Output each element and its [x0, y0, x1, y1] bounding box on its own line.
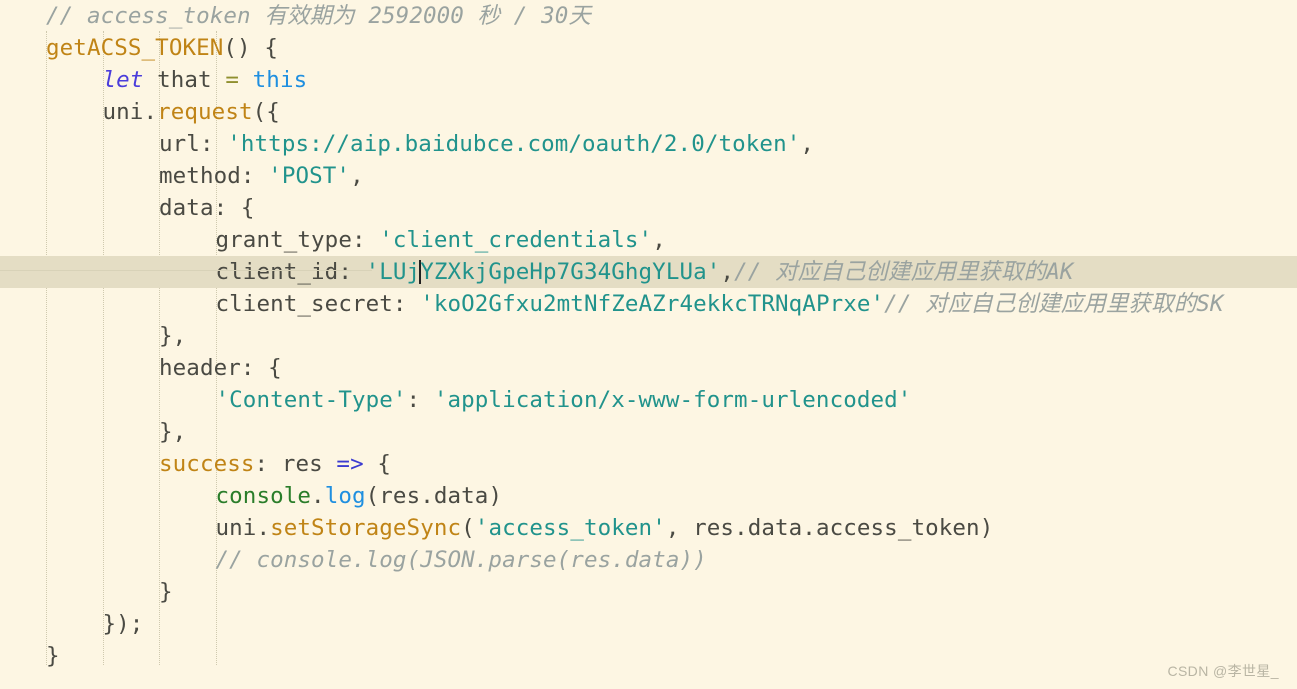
token-punct: }, — [159, 323, 187, 349]
token-punct: } — [46, 643, 60, 669]
token-punct: ( — [461, 515, 475, 541]
line-12-header-open[interactable]: header: { — [0, 352, 1297, 384]
token-str: 'koO2Gfxu2mtNfZeAZr4ekkcTRNqAPrxe' — [420, 291, 885, 317]
token-arrow: => — [336, 451, 364, 477]
token-punct: , — [350, 163, 364, 189]
token-punct: }); — [102, 611, 144, 637]
token-cmt: // 对应自己创建应用里获取的AK — [734, 259, 1074, 285]
line-3-let-that[interactable]: let that = this — [0, 64, 1297, 96]
line-10-client-secret[interactable]: client_secret: 'koO2Gfxu2mtNfZeAZr4ekkcT… — [0, 288, 1297, 320]
token-fn: getACSS_TOKEN — [46, 35, 224, 61]
line-11-data-close[interactable]: }, — [0, 320, 1297, 352]
token-punct: (res.data) — [365, 483, 503, 509]
current-line-rule — [0, 270, 372, 271]
token-prop: setStorageSync — [270, 515, 462, 541]
token-kw: let — [102, 67, 144, 93]
line-13-content-type[interactable]: 'Content-Type': 'application/x-www-form-… — [0, 384, 1297, 416]
csdn-watermark: CSDN @李世星_ — [1167, 663, 1279, 679]
token-cmt: // 对应自己创建应用里获取的SK — [884, 291, 1224, 317]
token-plain: data: { — [159, 195, 255, 221]
line-1-comment-token-expiry[interactable]: // access_token 有效期为 2592000 秒 / 30天 — [0, 0, 1297, 32]
token-punct: { — [363, 451, 392, 477]
token-obj: console — [215, 483, 312, 509]
line-6-method[interactable]: method: 'POST', — [0, 160, 1297, 192]
token-punct: }, — [159, 419, 187, 445]
token-op: = — [225, 67, 239, 93]
token-plain: : res — [254, 451, 337, 477]
token-str: 'access_token' — [474, 515, 666, 541]
token-punct: , res.data.access_token) — [665, 515, 994, 541]
line-2-function-declaration[interactable]: getACSS_TOKEN() { — [0, 32, 1297, 64]
token-plain: grant_type: — [215, 227, 380, 253]
token-str: YZXkjGpeHp7G34GhgYLUa' — [420, 259, 721, 285]
line-8-grant-type[interactable]: grant_type: 'client_credentials', — [0, 224, 1297, 256]
token-str: 'client_credentials' — [379, 227, 653, 253]
line-16-console-log[interactable]: console.log(res.data) — [0, 480, 1297, 512]
line-20-request-close[interactable]: }); — [0, 608, 1297, 640]
token-cmt: // console.log(JSON.parse(res.data)) — [215, 547, 707, 573]
token-punct: , — [720, 259, 735, 285]
token-plain: uni. — [215, 515, 271, 541]
line-19-success-close[interactable]: } — [0, 576, 1297, 608]
line-4-uni-request[interactable]: uni.request({ — [0, 96, 1297, 128]
token-plain: method: — [159, 163, 269, 189]
token-str: 'POST' — [268, 163, 351, 189]
token-plain: uni. — [102, 99, 158, 125]
token-meth: log — [324, 483, 366, 509]
token-str: 'https://aip.baidubce.com/oauth/2.0/toke… — [227, 131, 801, 157]
token-prop: request — [157, 99, 253, 125]
line-9-client-id[interactable]: client_id: 'LUjYZXkjGpeHp7G34GhgYLUa',//… — [0, 256, 1297, 288]
line-7-data-open[interactable]: data: { — [0, 192, 1297, 224]
token-plain: : — [406, 387, 434, 413]
token-punct: , — [800, 131, 815, 157]
token-punct: , — [652, 227, 666, 253]
token-plain: url: — [159, 131, 228, 157]
token-this: this — [252, 67, 308, 93]
token-punct: ({ — [252, 99, 280, 125]
token-punct: () { — [223, 35, 278, 61]
line-18-commented-console-log[interactable]: // console.log(JSON.parse(res.data)) — [0, 544, 1297, 576]
token-plain: client_id: — [215, 259, 366, 285]
token-punct: } — [159, 579, 173, 605]
token-str: 'application/x-www-form-urlencoded' — [433, 387, 912, 413]
code-content[interactable]: // access_token 有效期为 2592000 秒 / 30天 getA… — [0, 0, 1297, 672]
token-str: 'LUj — [365, 259, 421, 285]
token-cmt: // access_token 有效期为 2592000 秒 / 30天 — [46, 3, 591, 29]
code-editor-surface[interactable]: // access_token 有效期为 2592000 秒 / 30天 getA… — [0, 0, 1297, 689]
line-15-success-callback[interactable]: success: res => { — [0, 448, 1297, 480]
token-plain: that — [143, 67, 226, 93]
line-14-header-close[interactable]: }, — [0, 416, 1297, 448]
line-17-set-storage-sync[interactable]: uni.setStorageSync('access_token', res.d… — [0, 512, 1297, 544]
token-plain: . — [311, 483, 325, 509]
token-prop: success — [159, 451, 255, 477]
line-5-url[interactable]: url: 'https://aip.baidubce.com/oauth/2.0… — [0, 128, 1297, 160]
token-plain: header: { — [159, 355, 282, 381]
token-plain: client_secret: — [215, 291, 421, 317]
token-str: 'Content-Type' — [215, 387, 407, 413]
line-21-function-close[interactable]: } — [0, 640, 1297, 672]
